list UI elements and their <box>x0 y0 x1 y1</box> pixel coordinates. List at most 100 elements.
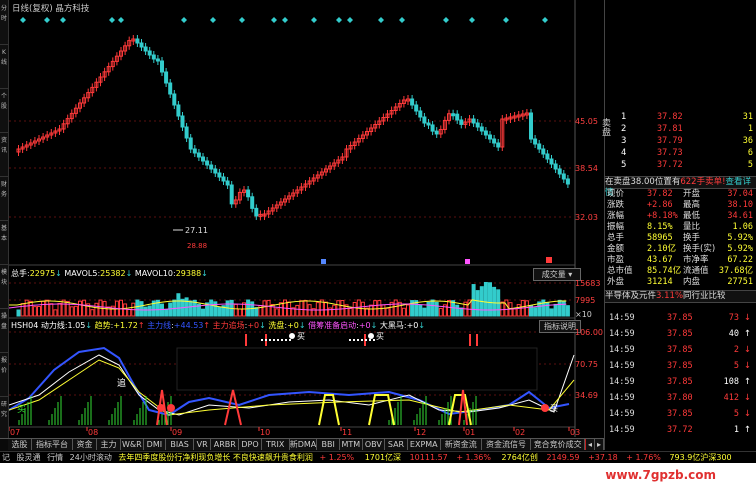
sell-order-row: 4 37.73 6 <box>621 148 753 158</box>
volume-bar <box>299 300 304 317</box>
price-tick: 38.54 <box>575 164 598 173</box>
candle-body <box>188 137 193 150</box>
indicator-tab[interactable]: MTM <box>340 439 363 450</box>
indicator-tick: 106.00 <box>575 328 603 337</box>
volume-bar <box>352 301 357 317</box>
indicator-tab[interactable]: DMI <box>143 439 167 450</box>
tick-row: 14:59 37.80 412 ↓ <box>609 393 751 403</box>
chart-area[interactable]: 日线(复权) 晶方科技 27.11 28.88 买买追买买 07 08 09 10 11 12 0… <box>9 0 600 437</box>
buy-signal-label: 买 <box>550 404 558 413</box>
event-marker-icon <box>118 17 124 23</box>
volume-bar <box>504 299 509 317</box>
volume-bar <box>324 301 328 317</box>
stock-link[interactable]: 股灵通 <box>17 453 41 462</box>
volume-bar <box>69 306 74 317</box>
news-ticker[interactable]: 去年四季度股份行净利现负增长 不良快速飙升贵食利润 <box>118 453 313 462</box>
candle-body <box>553 163 558 170</box>
volume-bar <box>492 286 497 317</box>
indicator-tab[interactable]: 选股 <box>8 439 32 450</box>
volume-unit: ×10 <box>575 310 592 319</box>
event-marker-icon <box>210 17 216 23</box>
volume-bar <box>213 301 218 317</box>
volume-bar <box>565 305 570 317</box>
indicator-tab[interactable]: SAR <box>385 439 408 450</box>
indicator-tab[interactable]: 指标平台 <box>32 439 73 450</box>
candle-body <box>549 158 554 165</box>
signal-marker <box>546 257 552 263</box>
left-tab[interactable]: K线 <box>0 48 8 89</box>
signal-marker <box>321 259 326 264</box>
indicator-tab[interactable]: BBI <box>317 439 340 450</box>
left-tab[interactable]: 操盘 <box>0 312 8 353</box>
indicator-tab[interactable]: 资金流信号 <box>481 439 532 450</box>
volume-bar <box>188 300 193 317</box>
tick-row: 14:59 37.85 108 ↑ <box>609 377 751 387</box>
date-tick-label: 11 <box>342 428 352 437</box>
chase-label: 追 <box>117 377 126 389</box>
volume-bar <box>385 307 390 317</box>
left-tab[interactable]: 财务 <box>0 180 8 221</box>
candle-body <box>205 160 210 166</box>
tick-row: 14:59 37.85 73 ↓ <box>609 313 751 323</box>
candle-body <box>217 172 222 178</box>
volume-bar <box>28 300 33 317</box>
indicator-tab[interactable]: ARBR <box>211 439 240 450</box>
volume-bar <box>438 307 443 317</box>
indicator-tabs[interactable]: 选股 指标平台 资金 主力 W&R DMI BIAS VR ARBR DPO TRIX 新DMA BBI… <box>0 438 619 460</box>
volume-indicator-dropdown[interactable]: 成交量 ▾ <box>533 268 581 281</box>
left-tab[interactable]: 报价 <box>0 356 8 397</box>
volume-bar <box>20 303 25 317</box>
tick-row: 14:59 37.85 5 ↓ <box>609 361 751 371</box>
event-marker-icon <box>282 17 288 23</box>
indicator-tab[interactable]: W&R <box>121 439 144 450</box>
volume-bar <box>201 308 205 317</box>
candle-body <box>537 143 542 150</box>
indicator-tab[interactable]: 主力 <box>97 439 121 450</box>
candle-body <box>143 46 148 52</box>
sell-order-row: 1 37.82 31 <box>621 112 753 122</box>
volume-bar <box>217 306 222 317</box>
volume-bar <box>455 304 460 317</box>
left-tab[interactable]: 资讯 <box>0 136 8 177</box>
indicator-tab[interactable]: 资金 <box>73 439 97 450</box>
indicator-tab[interactable]: EXPMA <box>407 439 441 450</box>
candle-body <box>184 126 189 139</box>
sell-order-row: 5 37.72 5 <box>621 160 753 170</box>
left-tab[interactable]: 分时 <box>0 4 8 45</box>
event-marker-icon <box>271 17 277 23</box>
indicator-tab[interactable]: 新资金流 <box>440 439 482 450</box>
indicator-tab[interactable]: 竞合竞价成交量VH <box>531 439 586 460</box>
candle-body <box>155 58 160 62</box>
volume-bar <box>488 282 492 317</box>
sell-alert-bar[interactable]: 在卖盘38.00位置有622手卖单!查看详情 <box>605 176 756 198</box>
candle-body <box>545 153 550 160</box>
candle-body <box>192 148 197 154</box>
volume-bar <box>418 304 423 317</box>
volume-bar <box>168 302 173 317</box>
candle-body <box>410 98 415 106</box>
quote-row: 金额 2.10亿 换手(实) 5.92% <box>607 244 753 254</box>
left-tab[interactable]: 个股 <box>0 92 8 133</box>
left-tab[interactable]: 基本 <box>0 224 8 265</box>
volume-bar <box>78 300 82 317</box>
volume-bar <box>57 302 62 317</box>
volume-bar <box>557 299 562 317</box>
candle-body <box>565 178 570 185</box>
volume-bar <box>147 305 152 317</box>
volume-bar <box>295 304 300 317</box>
indicator-tab[interactable]: OBV <box>362 439 386 450</box>
candle-body <box>488 134 492 140</box>
indicator-tab[interactable]: BIAS <box>166 439 194 450</box>
signal-bar <box>245 334 247 346</box>
event-marker-icon <box>336 17 342 23</box>
kline-chart-canvas[interactable]: 27.1128.88买 买追买 买07 08 09 10 11 12 01 02 03 <box>9 0 600 437</box>
indicator-tab[interactable]: 新DMA <box>289 439 318 450</box>
left-tab[interactable]: 模块 <box>0 268 8 309</box>
left-tab[interactable]: 研究 <box>0 400 8 441</box>
volume-header: 总手:22975↓ MAVOL5:25382↓ MAVOL10:29388↓ <box>11 269 208 278</box>
volume-bar <box>233 303 238 317</box>
indicator-tab[interactable]: VR <box>194 439 212 450</box>
industry-tabs[interactable]: 半导体及元件3.11%同行业比较 <box>605 290 756 303</box>
indicator-tab[interactable]: TRIX <box>261 439 290 450</box>
indicator-tab[interactable]: DPO <box>239 439 262 450</box>
